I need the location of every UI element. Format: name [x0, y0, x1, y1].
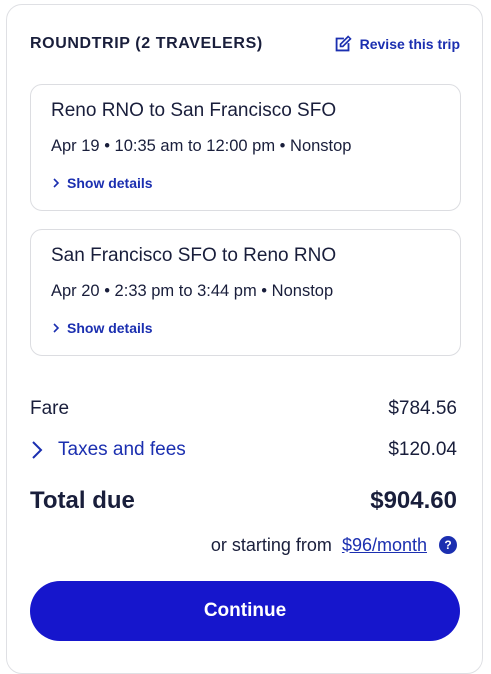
taxes-label: Taxes and fees: [58, 439, 186, 460]
fare-row: Fare $784.56: [30, 395, 457, 423]
fare-value: $784.56: [388, 398, 457, 419]
monthly-payment-link[interactable]: $96/month: [342, 535, 427, 556]
monthly-payment-line: or starting from $96/month ?: [211, 532, 457, 558]
show-details-label: Show details: [67, 175, 153, 191]
chevron-right-icon: [32, 441, 43, 459]
flight-card-return: San Francisco SFO to Reno RNO Apr 20 • 2…: [30, 229, 461, 356]
edit-square-icon: [335, 35, 352, 52]
show-details-label: Show details: [67, 320, 153, 336]
flight-route: San Francisco SFO to Reno RNO: [51, 245, 337, 266]
trip-summary-panel: ROUNDTRIP (2 TRAVELERS) Revise this trip…: [6, 4, 483, 674]
question-circle-icon[interactable]: ?: [439, 536, 457, 554]
fare-label: Fare: [30, 398, 70, 419]
monthly-prefix: or starting from: [210, 534, 332, 555]
taxes-value: $120.04: [388, 439, 457, 460]
continue-button[interactable]: Continue: [30, 581, 460, 641]
flight-route: Reno RNO to San Francisco SFO: [51, 100, 337, 121]
revise-trip-label: Revise this trip: [359, 36, 460, 52]
total-label: Total due: [30, 487, 135, 514]
show-details-button[interactable]: Show details: [51, 320, 153, 336]
flight-times: Apr 20 • 2:33 pm to 3:44 pm • Nonstop: [51, 282, 334, 300]
flight-times: Apr 19 • 10:35 am to 12:00 pm • Nonstop: [51, 137, 352, 155]
total-row: Total due $904.60: [30, 483, 457, 519]
total-value: $904.60: [370, 487, 457, 514]
chevron-right-icon: [53, 323, 60, 333]
trip-header: ROUNDTRIP (2 TRAVELERS) Revise this trip: [30, 32, 460, 56]
taxes-row: Taxes and fees $120.04: [30, 435, 457, 465]
chevron-right-icon: [53, 178, 60, 188]
flight-card-outbound: Reno RNO to San Francisco SFO Apr 19 • 1…: [30, 84, 461, 211]
taxes-and-fees-toggle[interactable]: Taxes and fees: [30, 439, 186, 461]
trip-title: ROUNDTRIP (2 TRAVELERS): [30, 35, 263, 52]
revise-trip-link[interactable]: Revise this trip: [332, 33, 460, 55]
show-details-button[interactable]: Show details: [51, 175, 153, 191]
